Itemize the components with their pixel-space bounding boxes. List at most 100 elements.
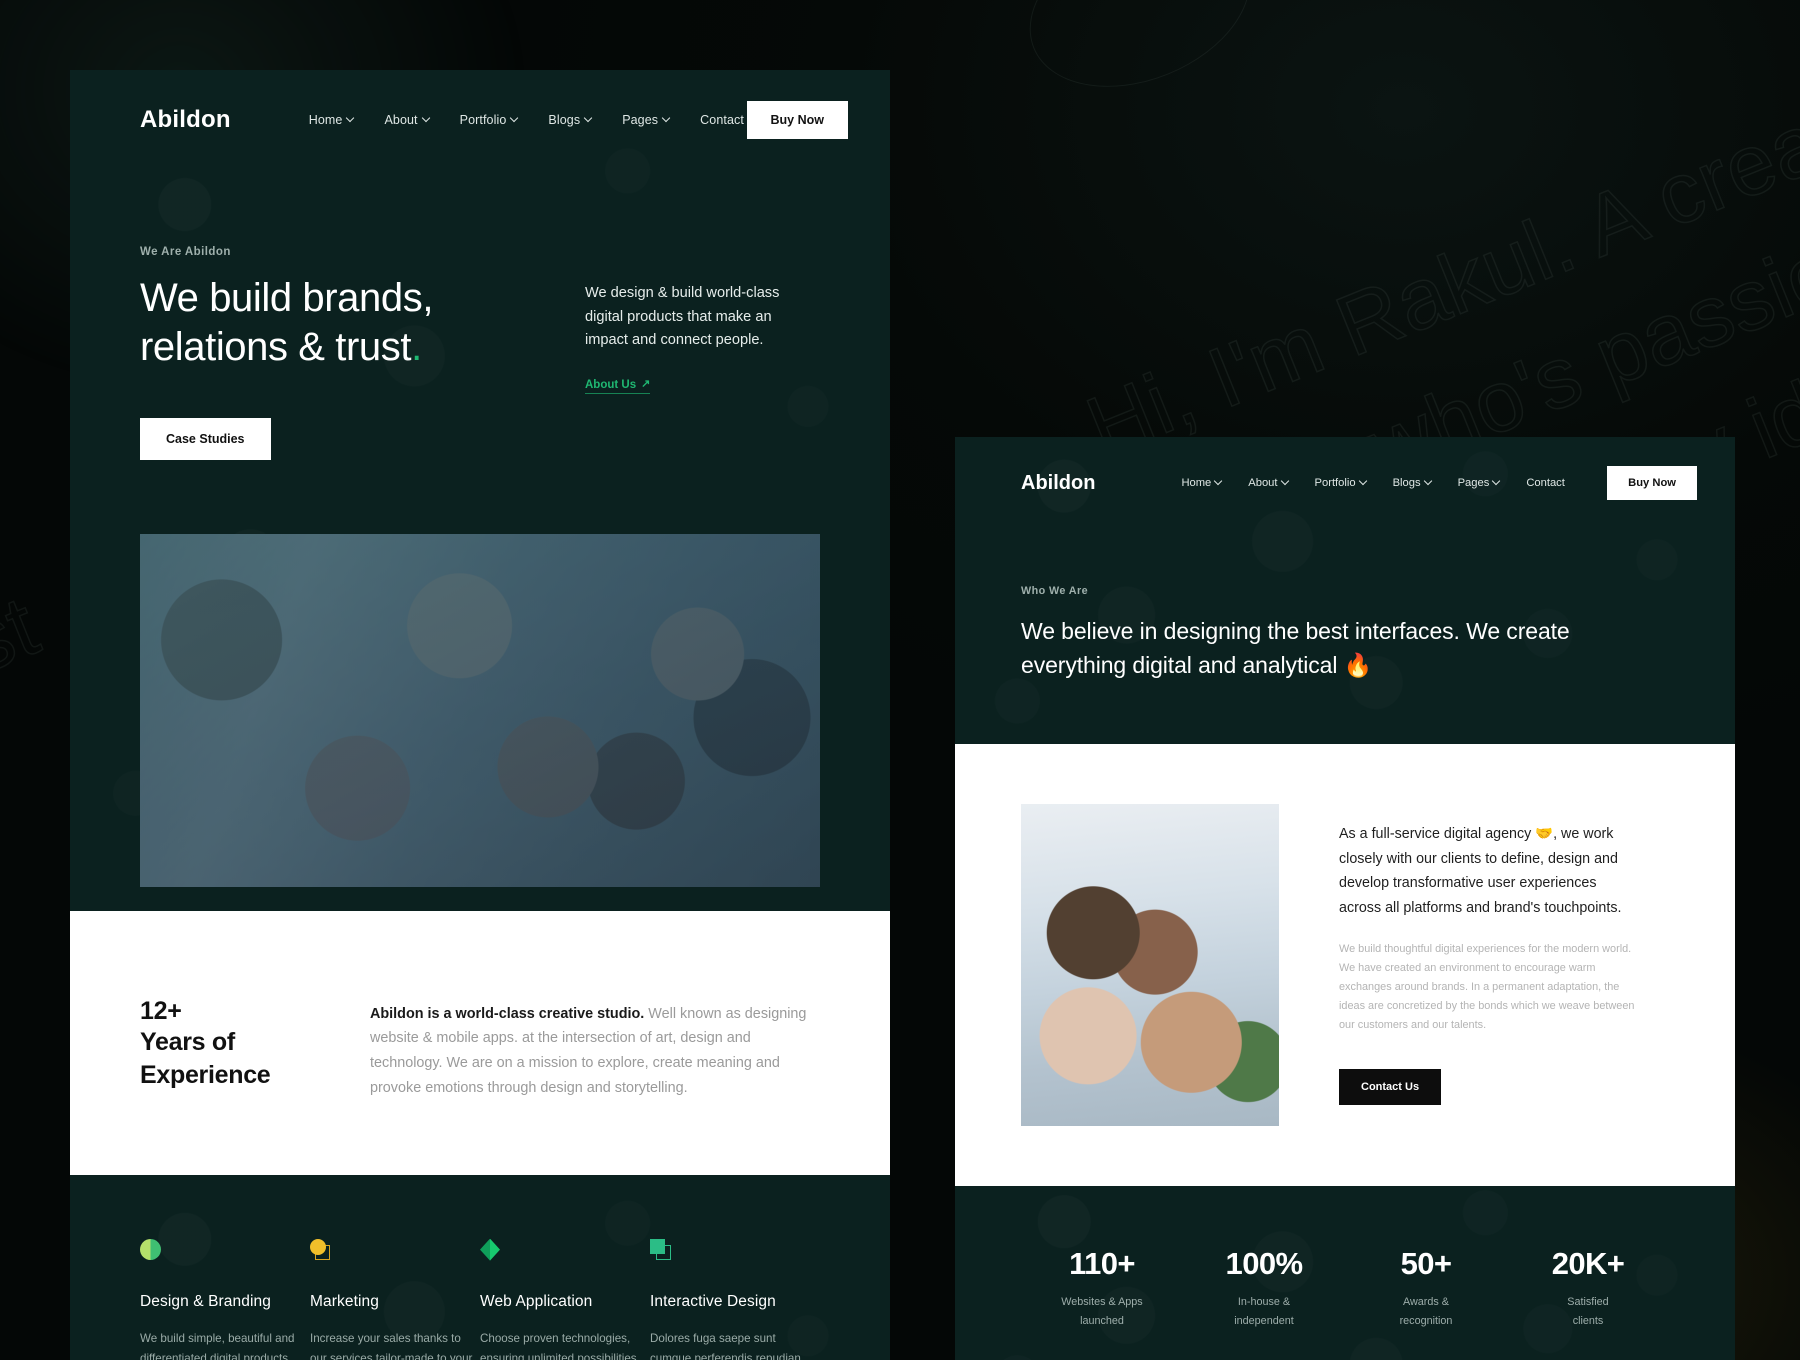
stat-item: 110+ Websites & Apps launched [1021,1246,1183,1331]
nav-item-contact[interactable]: Contact [1526,477,1565,489]
service-title: Interactive Design [650,1292,776,1310]
chevron-down-icon [511,115,518,122]
watermark-ellipse-decoration [1005,0,1275,118]
stacked-squares-icon [650,1238,672,1261]
service-card[interactable]: Interactive Design Dolores fuga saepe su… [650,1238,820,1360]
stat-label: Websites & Apps launched [1021,1293,1183,1331]
chevron-down-icon [585,115,592,122]
experience-paragraph: Abildon is a world-class creative studio… [370,1002,820,1101]
chevron-down-icon [347,115,354,122]
stat-label-line-1: Websites & Apps [1061,1296,1143,1309]
experience-label-line-1: Years of [140,1027,235,1056]
half-circle-icon [140,1238,162,1261]
nav-item-label: Contact [1526,477,1565,489]
chevron-down-icon [1282,478,1289,485]
hero-title: We build brands, relations & trust. [140,274,540,372]
stat-label: In-house & independent [1183,1293,1345,1331]
right-hero: Who We Are We believe in designing the b… [955,509,1735,744]
nav-item-label: Pages [622,113,659,127]
nav-item-label: About [1248,477,1278,489]
nav-item-label: About [384,113,418,127]
team-at-laptop-photo [1021,804,1279,1127]
about-us-link-label: About Us [585,378,637,391]
stat-value: 100% [1225,1246,1303,1282]
about-sub-paragraph: We build thoughtful digital experiences … [1339,943,1635,1032]
nav-item-blogs[interactable]: Blogs [548,113,592,127]
nav-item-pages[interactable]: Pages [622,113,670,127]
left-hero: We Are Abildon We build brands, relation… [70,146,890,460]
stat-label: Awards & recognition [1345,1293,1507,1331]
hero-image [140,533,820,887]
hero-title-line-2: relations & trust. [140,323,540,372]
stat-label-line-1: In-house & [1237,1296,1291,1309]
service-description: We build simple, beautiful and different… [140,1331,295,1360]
nav-item-label: Home [1181,477,1212,489]
stat-item: 50+ Awards & recognition [1345,1246,1507,1331]
nav-item-label: Portfolio [459,113,507,127]
right-site-preview: Abildon Home About Portfolio Blogs Pages… [955,437,1735,1360]
buy-now-button[interactable]: Buy Now [1607,466,1697,500]
hero-left-column: We Are Abildon We build brands, relation… [140,246,540,460]
nav-item-pages[interactable]: Pages [1458,477,1501,489]
chevron-down-icon [1215,478,1222,485]
nav-item-portfolio[interactable]: Portfolio [1315,477,1367,489]
nav-item-home[interactable]: Home [1181,477,1222,489]
stat-label-line-2: clients [1572,1315,1604,1328]
arrow-up-right-icon: ↗ [641,378,651,391]
service-card[interactable]: Web Application Choose proven technologi… [480,1238,650,1360]
hero-right-column: We design & build world-class digital pr… [585,246,815,460]
nav-item-label: Home [308,113,343,127]
stat-label-line-2: recognition [1399,1315,1453,1328]
hero-bottom-spacer [70,887,890,911]
right-hero-section: Abildon Home About Portfolio Blogs Pages… [955,437,1735,745]
stat-label: Satisfied clients [1507,1293,1669,1331]
hero-title-line-2-text: relations & trust [140,324,412,369]
service-description: Choose proven technologies, ensuring unl… [480,1331,637,1360]
service-title: Design & Branding [140,1292,271,1310]
nav-item-label: Blogs [1392,477,1421,489]
hero-eyebrow: We Are Abildon [140,246,231,258]
case-studies-button[interactable]: Case Studies [140,417,271,460]
brand-logo[interactable]: Abildon [140,106,231,134]
chevron-down-icon [423,115,430,122]
left-site-preview: Abildon Home About Portfolio Blogs Pages… [70,70,890,1360]
left-navbar: Abildon Home About Portfolio Blogs Pages… [70,70,890,146]
chevron-down-icon [1360,478,1367,485]
nav-item-label: Blogs [548,113,581,127]
hero-title-accent-dot: . [411,324,422,369]
experience-number: 12+ [140,996,182,1025]
team-meeting-photo [140,533,820,887]
stat-label-line-1: Awards & [1402,1296,1449,1309]
chevron-down-icon [663,115,670,122]
nav-item-contact[interactable]: Contact [700,113,744,127]
nav-item-about[interactable]: About [1248,477,1288,489]
hero-subtitle: We design & build world-class digital pr… [585,285,780,349]
nav-item-label: Contact [700,113,744,127]
about-lead-paragraph: As a full-service digital agency 🤝, we w… [1339,826,1622,916]
stat-value: 20K+ [1551,1246,1625,1282]
experience-section: 12+ Years of Experience Abildon is a wor… [70,910,890,1175]
contact-us-button[interactable]: Contact Us [1339,1069,1442,1106]
stat-label-line-1: Satisfied [1567,1296,1609,1309]
experience-row: 12+ Years of Experience Abildon is a wor… [140,997,820,1101]
hero-title: We believe in designing the best interfa… [1021,618,1570,679]
nav-item-about[interactable]: About [384,113,429,127]
services-grid: Design & Branding We build simple, beaut… [140,1238,820,1360]
nav-item-portfolio[interactable]: Portfolio [460,113,519,127]
stat-value: 110+ [1069,1246,1135,1282]
stat-label-line-2: launched [1080,1315,1124,1328]
about-us-link[interactable]: About Us ↗ [585,378,651,394]
nav-item-label: Portfolio [1314,477,1356,489]
service-card[interactable]: Marketing Increase your sales thanks to … [310,1238,480,1360]
service-description: Dolores fuga saepe sunt cumque perferend… [650,1331,801,1360]
screenshot-stage: y Ca nds trust Hi, I'm Rakul. A creative… [0,0,1800,1360]
brand-logo[interactable]: Abildon [1021,472,1095,495]
nav-item-blogs[interactable]: Blogs [1393,477,1432,489]
nav-item-home[interactable]: Home [309,113,355,127]
hero-title-line-1: We build brands, [140,276,434,320]
nav-links: Home About Portfolio Blogs Pages Contact [309,113,744,127]
stat-item: 100% In-house & independent [1183,1246,1345,1331]
buy-now-button[interactable]: Buy Now [746,101,848,139]
service-card[interactable]: Design & Branding We build simple, beaut… [140,1238,310,1360]
stat-item: 20K+ Satisfied clients [1507,1246,1669,1331]
